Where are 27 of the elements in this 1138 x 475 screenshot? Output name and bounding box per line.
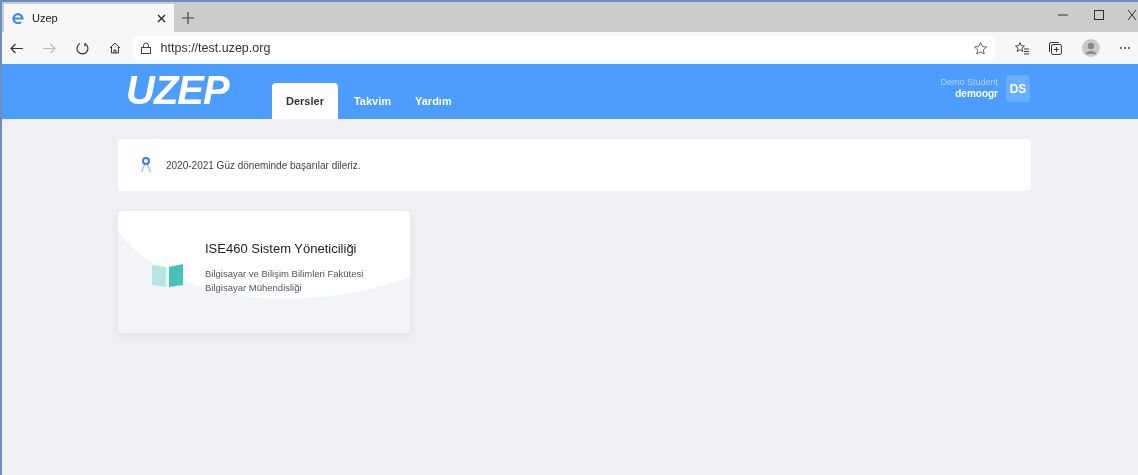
back-arrow-icon[interactable] [10, 42, 23, 54]
course-title: ISE460 Sistem Yöneticiliği [205, 240, 358, 259]
notice-text: 2020-2021 Güz döneminde başarılar dileriz. [166, 158, 361, 173]
browser-tab[interactable]: Uzep [4, 4, 174, 32]
book-icon [152, 263, 184, 287]
favorites-list-icon[interactable] [1015, 41, 1030, 55]
tab-title: Uzep [32, 10, 59, 26]
course-card[interactable]: ISE460 Sistem Yöneticiliği Bilgisayar ve Bilişim Bilimleri Fakütesi Bilgisayar Mühendisliği [118, 211, 410, 333]
favorite-star-icon[interactable] [974, 41, 988, 55]
department-name: Bilgisayar Mühendisliği [205, 280, 303, 295]
lock-icon [140, 42, 151, 54]
faculty-name: Bilgisayar ve Bilişim Bilimleri Fakütesi [205, 266, 364, 281]
close-icon[interactable] [1128, 10, 1136, 20]
username: demoogr [955, 87, 998, 101]
address-bar[interactable]: https://test.uzep.org [132, 36, 996, 60]
user-name: Demo Student [940, 76, 998, 88]
compass-icon [140, 157, 152, 173]
url-text: https://test.uzep.org [160, 39, 272, 57]
home-icon[interactable] [108, 42, 121, 54]
maximize-icon[interactable] [1094, 10, 1104, 20]
nav-tab[interactable]: Dersler [272, 83, 338, 119]
new-tab-icon[interactable] [182, 12, 194, 24]
close-icon[interactable] [157, 13, 166, 23]
collections-icon[interactable] [1049, 41, 1063, 55]
profile-avatar-icon[interactable] [1082, 39, 1101, 57]
browser-logo-icon [12, 12, 24, 24]
refresh-icon[interactable] [75, 41, 89, 55]
